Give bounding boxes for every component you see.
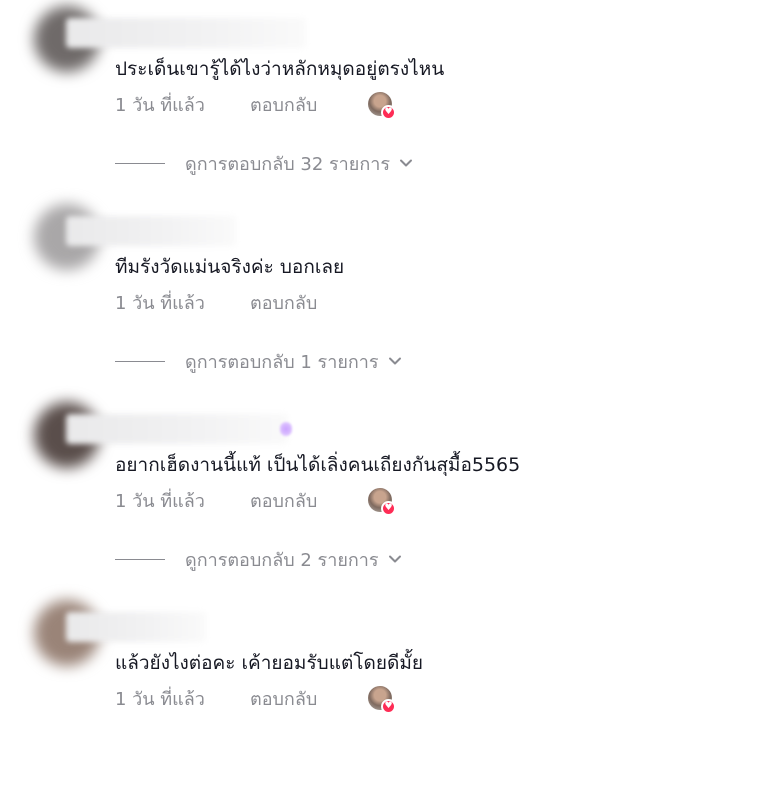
- creator-liked-badge: ♥: [368, 92, 396, 120]
- view-replies-button[interactable]: ดูการตอบกลับ 32 รายการ: [115, 150, 414, 176]
- comment-time: 1 วัน ที่แล้ว: [115, 688, 205, 710]
- comment-text: แล้วยังไงต่อคะ เค้ายอมรับแต่โดยดีมั้ย: [115, 652, 423, 674]
- reply-button[interactable]: ตอบกลับ: [250, 288, 317, 317]
- divider-line: [115, 558, 165, 560]
- comment-text: อยากเฮ็ดงานนี้แท้ เป็นได้เลิ่งคนเถียงกัน…: [115, 454, 521, 476]
- username-blurred[interactable]: [66, 612, 206, 642]
- divider-line: [115, 360, 165, 362]
- username-blurred[interactable]: [66, 414, 288, 444]
- comment-time: 1 วัน ที่แล้ว: [115, 94, 205, 116]
- comment-text: ประเด็นเขารู้ได้ไงว่าหลักหมุดอยู่ตรงไหน: [115, 58, 445, 80]
- chevron-down-icon: [400, 159, 412, 167]
- comment-item: แล้วยังไงต่อคะ เค้ายอมรับแต่โดยดีมั้ย 1 …: [0, 594, 763, 792]
- emoji-icon: [280, 422, 292, 436]
- heart-icon: ♥: [381, 105, 396, 120]
- comment-item: ทีมรังวัดแม่นจริงค่ะ บอกเลย 1 วัน ที่แล้…: [0, 198, 763, 396]
- comment-meta: 1 วัน ที่แล้ว ตอบกลับ: [115, 290, 317, 314]
- divider-line: [115, 162, 165, 164]
- comment-item: อยากเฮ็ดงานนี้แท้ เป็นได้เลิ่งคนเถียงกัน…: [0, 396, 763, 594]
- reply-button[interactable]: ตอบกลับ: [250, 684, 317, 713]
- heart-icon: ♥: [381, 501, 396, 516]
- comment-meta: 1 วัน ที่แล้ว ตอบกลับ: [115, 92, 317, 116]
- chevron-down-icon: [388, 555, 401, 563]
- username-blurred[interactable]: [66, 18, 306, 48]
- view-replies-button[interactable]: ดูการตอบกลับ 2 รายการ: [115, 546, 403, 572]
- chevron-down-icon: [388, 357, 401, 365]
- view-replies-label: ดูการตอบกลับ 2 รายการ: [185, 549, 379, 571]
- view-replies-button[interactable]: ดูการตอบกลับ 1 รายการ: [115, 348, 403, 374]
- comment-time: 1 วัน ที่แล้ว: [115, 292, 205, 314]
- comment-time: 1 วัน ที่แล้ว: [115, 490, 205, 512]
- comment-text: ทีมรังวัดแม่นจริงค่ะ บอกเลย: [115, 256, 345, 278]
- reply-button[interactable]: ตอบกลับ: [250, 486, 317, 515]
- view-replies-label: ดูการตอบกลับ 1 รายการ: [185, 351, 379, 373]
- heart-icon: ♥: [381, 699, 396, 714]
- creator-liked-badge: ♥: [368, 488, 396, 516]
- comment-meta: 1 วัน ที่แล้ว ตอบกลับ: [115, 686, 317, 710]
- username-blurred[interactable]: [66, 216, 236, 246]
- reply-button[interactable]: ตอบกลับ: [250, 90, 317, 119]
- creator-liked-badge: ♥: [368, 686, 396, 714]
- comment-item: ประเด็นเขารู้ได้ไงว่าหลักหมุดอยู่ตรงไหน …: [0, 0, 763, 198]
- view-replies-label: ดูการตอบกลับ 32 รายการ: [185, 153, 390, 175]
- comment-meta: 1 วัน ที่แล้ว ตอบกลับ: [115, 488, 317, 512]
